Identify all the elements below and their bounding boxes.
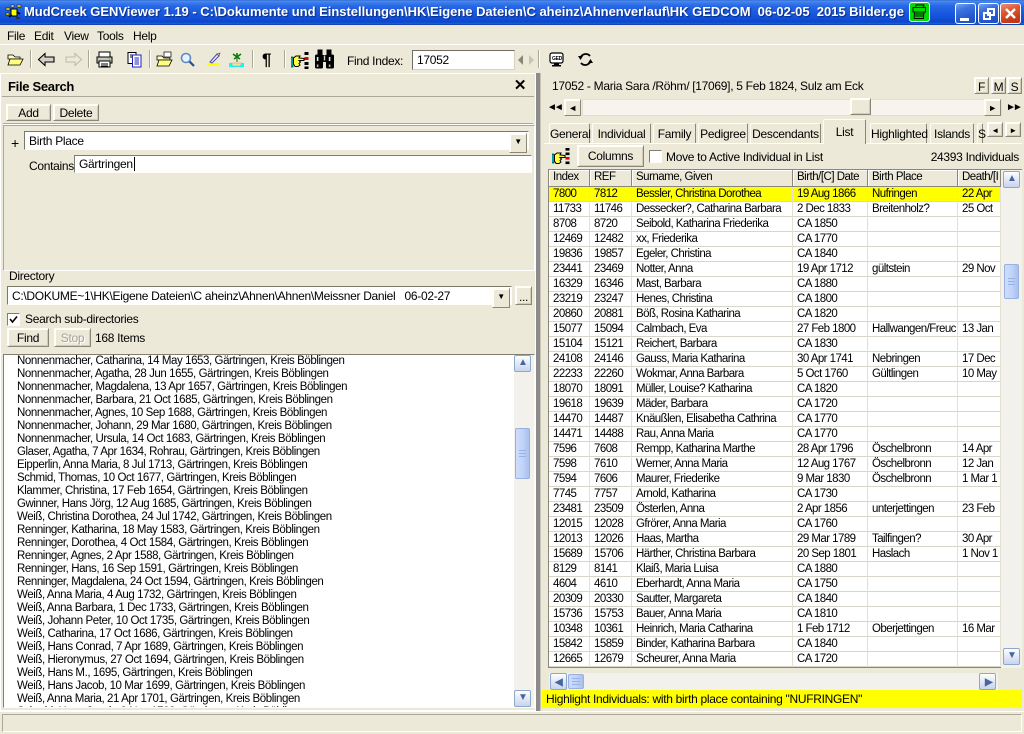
svg-text:GED: GED [552, 56, 563, 62]
